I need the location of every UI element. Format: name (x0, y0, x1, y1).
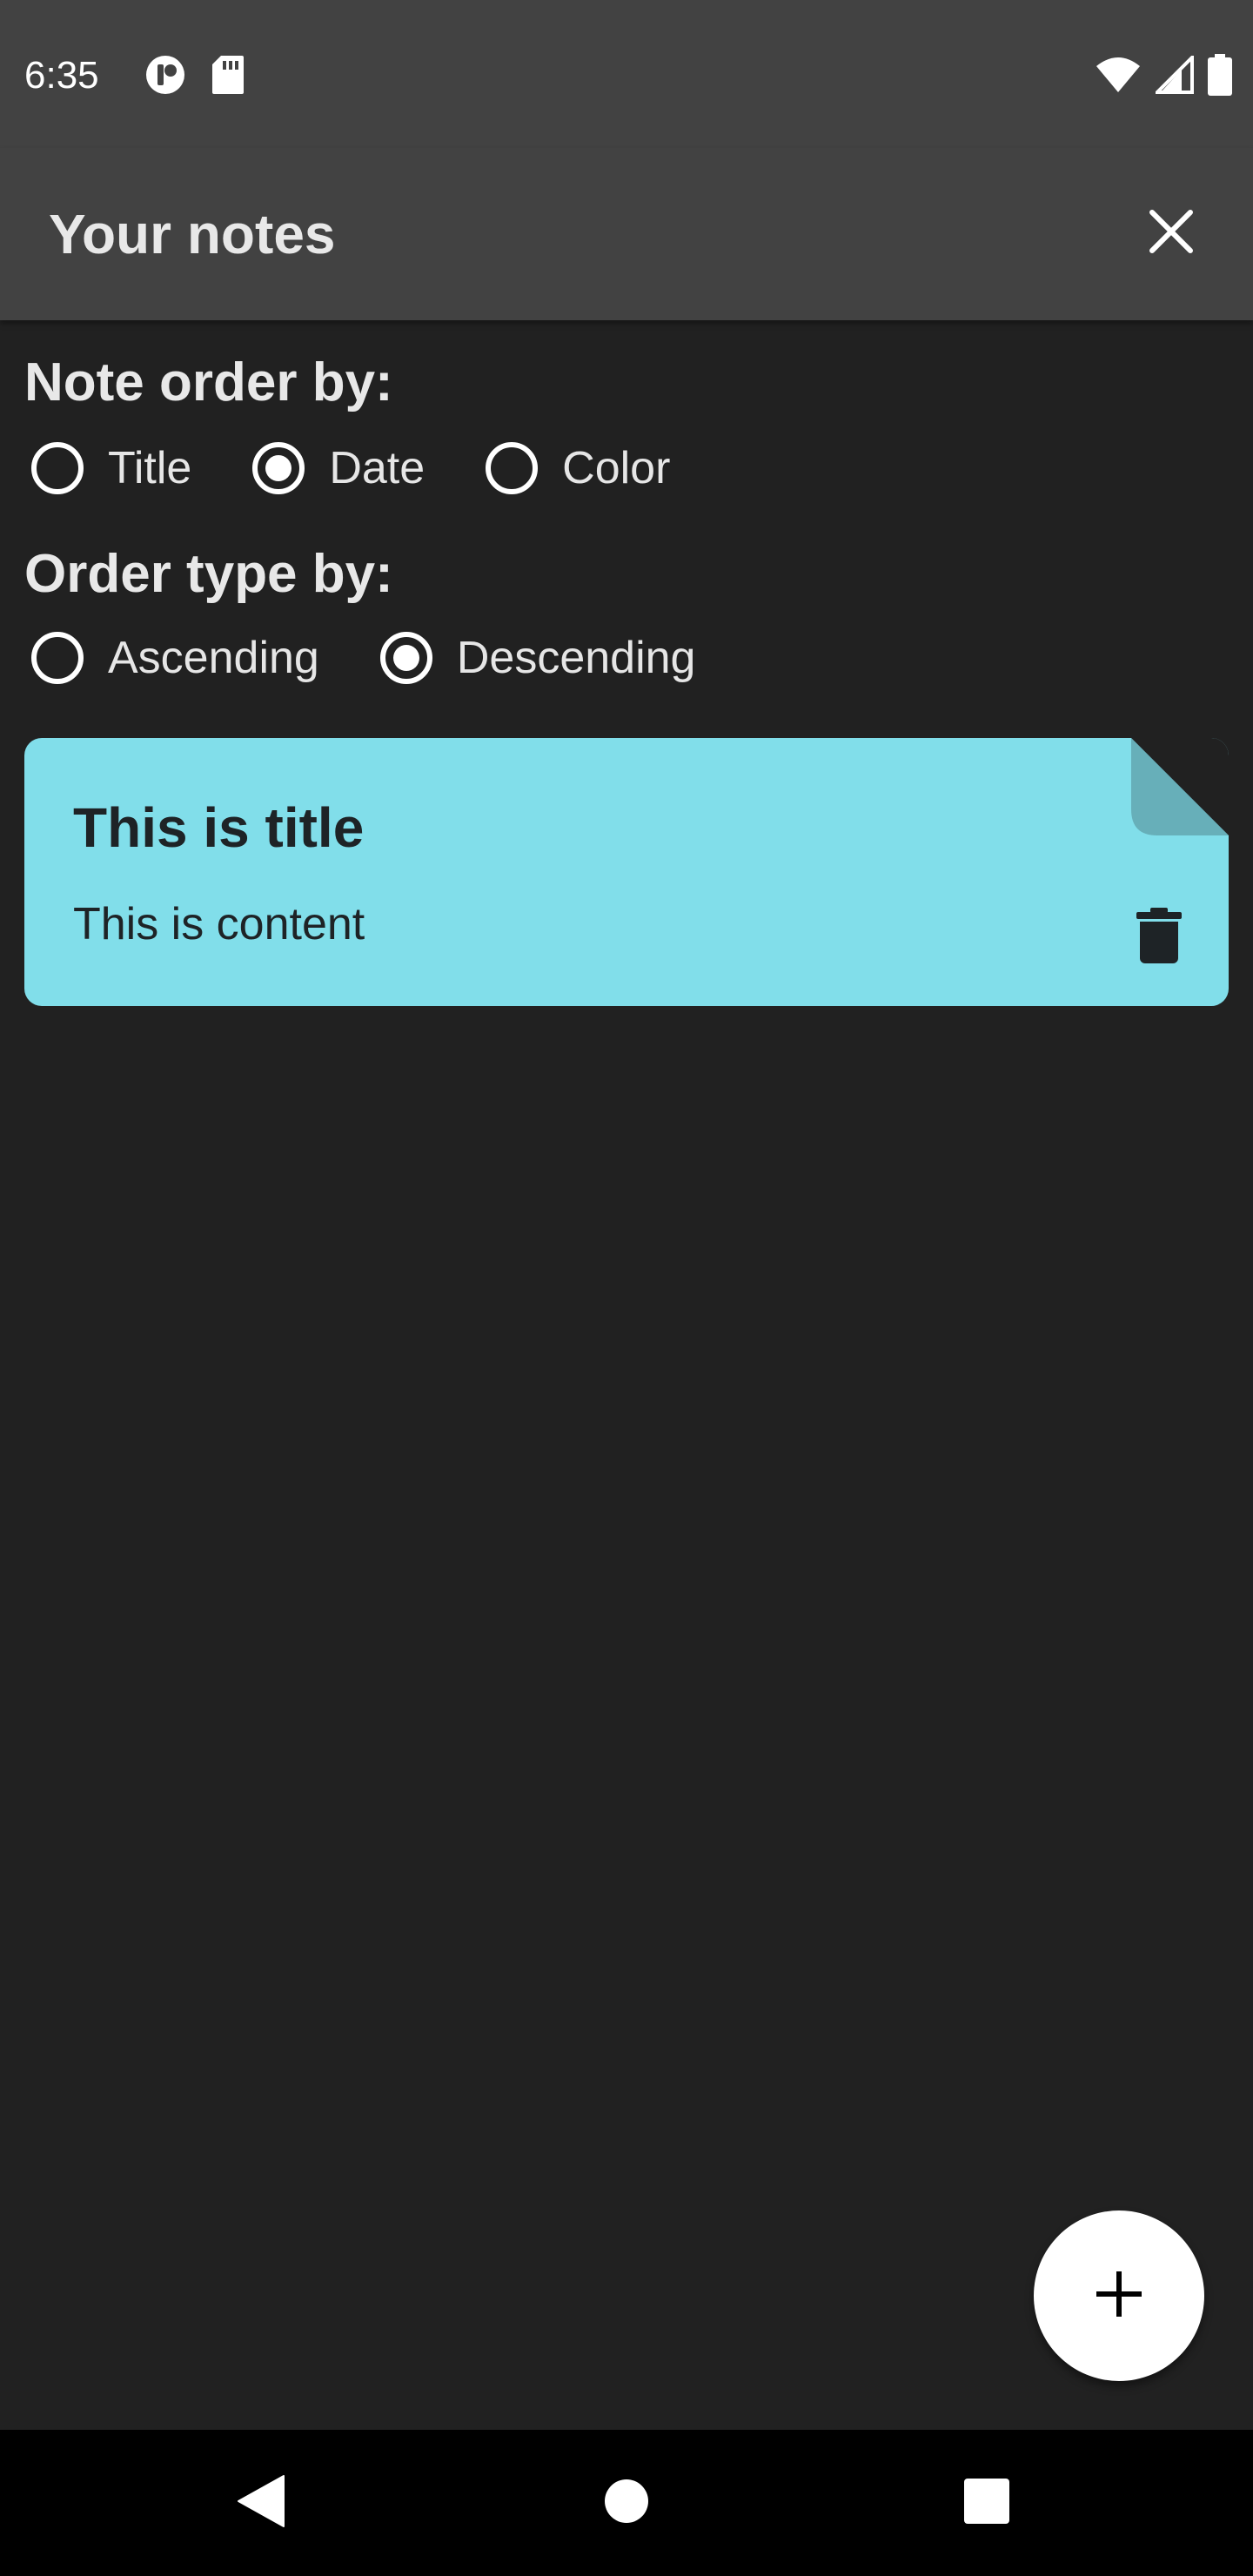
close-icon (1147, 207, 1196, 260)
order-by-group: Title Date Color (24, 442, 724, 494)
status-right-icons (1095, 53, 1232, 100)
trash-icon (1136, 907, 1182, 968)
plus-icon (1095, 2270, 1143, 2323)
radio-label: Date (329, 443, 425, 493)
order-type-ascending-option[interactable]: Ascending (24, 632, 319, 684)
note-corner-fold (1131, 738, 1229, 835)
back-icon (237, 2474, 285, 2532)
page-title: Your notes (49, 203, 336, 265)
order-type-descending-option[interactable]: Descending (373, 632, 696, 684)
sd-card-icon (211, 54, 245, 100)
recents-button[interactable] (952, 2468, 1022, 2538)
app-notification-icon (144, 54, 186, 100)
note-content: This is content (73, 899, 365, 949)
order-by-color-option[interactable]: Color (479, 442, 670, 494)
radio-label: Title (108, 443, 192, 493)
delete-note-button[interactable] (1124, 898, 1194, 976)
app-bar: Your notes (0, 148, 1253, 320)
order-type-heading: Order type by: (24, 544, 393, 604)
radio-label: Ascending (108, 633, 319, 683)
status-bar: 6:35 (0, 0, 1253, 148)
add-note-button[interactable] (1034, 2210, 1204, 2381)
signal-icon (1153, 53, 1194, 98)
order-by-title-option[interactable]: Title (24, 442, 191, 494)
note-title: This is title (73, 796, 365, 859)
battery-icon (1208, 54, 1232, 100)
radio-button[interactable] (486, 442, 539, 494)
status-left-icons (144, 54, 245, 100)
status-time: 6:35 (24, 54, 99, 97)
radio-button[interactable] (252, 442, 305, 494)
radio-label: Descending (456, 633, 696, 683)
close-button[interactable] (1128, 190, 1215, 277)
radio-label: Color (562, 443, 671, 493)
recents-icon (963, 2478, 1010, 2529)
radio-button[interactable] (31, 632, 84, 684)
order-by-date-option[interactable]: Date (245, 442, 425, 494)
order-type-group: Ascending Descending (24, 632, 749, 684)
radio-button[interactable] (31, 442, 84, 494)
home-button[interactable] (592, 2468, 661, 2538)
back-button[interactable] (226, 2468, 296, 2538)
wifi-icon (1095, 56, 1142, 98)
order-by-heading: Note order by: (24, 352, 393, 413)
radio-button[interactable] (379, 632, 432, 684)
home-icon (604, 2479, 649, 2528)
note-card[interactable]: This is title This is content (24, 738, 1229, 1006)
navigation-bar (0, 2430, 1253, 2576)
